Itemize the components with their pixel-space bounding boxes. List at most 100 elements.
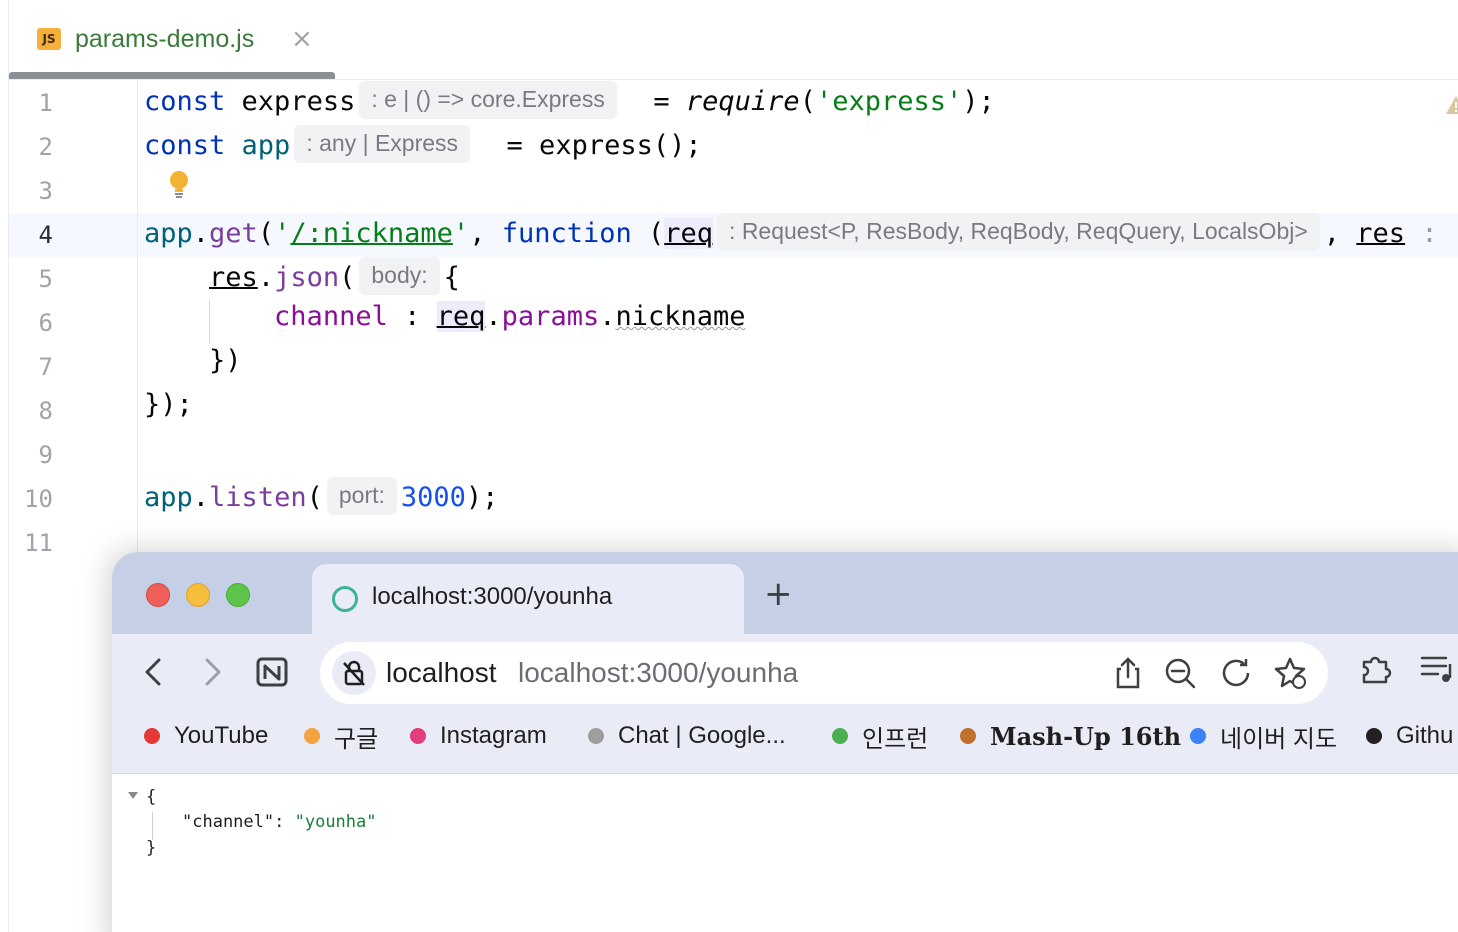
identifier-app: app [144, 482, 193, 513]
tab-filename: params-demo.js [75, 25, 255, 53]
bookmark-chat-google[interactable]: Chat | Google... [588, 716, 786, 756]
address-bar[interactable]: localhost localhost:3000/younha [320, 642, 1328, 704]
javascript-file-icon: JS [37, 28, 61, 50]
type-hint-cut: : [1421, 218, 1438, 249]
bookmark-label: Githu [1396, 722, 1454, 749]
browser-toolbar: localhost localhost:3000/younha YouTube … [112, 634, 1458, 774]
warning-icon[interactable] [1445, 94, 1458, 116]
type-hint: : Request<P, ResBody, ReqBody, ReqQuery,… [717, 213, 1320, 251]
bookmark-star-icon[interactable] [1272, 655, 1308, 691]
property-params: params [501, 301, 600, 332]
bookmark-github[interactable]: Githu [1366, 716, 1453, 756]
code-line-4[interactable]: app.get('/:nickname', function (req: Req… [144, 213, 1438, 257]
editor-tab-bar: JS params-demo.js × [9, 0, 1458, 80]
dot: . [257, 262, 275, 293]
method-listen: listen [209, 482, 307, 513]
object-key: channel [274, 301, 388, 332]
minimize-window-button[interactable] [186, 583, 210, 607]
line-number: 9 [38, 441, 53, 469]
dot: . [599, 301, 616, 332]
browser-tab-strip: localhost:3000/younha + [112, 552, 1458, 634]
close-tab-icon[interactable]: × [291, 22, 313, 56]
bookmark-instagram[interactable]: Instagram [410, 716, 547, 756]
browser-tab-localhost[interactable]: localhost:3000/younha [312, 564, 744, 634]
editor-tab-params-demo[interactable]: JS params-demo.js × [9, 0, 335, 80]
assign-op: = [653, 86, 686, 117]
bookmark-favicon [960, 728, 976, 744]
keyword-const: const [144, 130, 226, 161]
paren-open: ( [257, 218, 275, 249]
code-line-2[interactable]: const app: any | Express = express(); [144, 125, 702, 169]
address-url: localhost:3000/younha [518, 657, 799, 688]
new-tab-button[interactable]: + [764, 574, 793, 614]
keyword-function: function [501, 218, 632, 249]
dot: . [485, 301, 502, 332]
notion-extension-icon[interactable] [250, 650, 294, 694]
share-icon[interactable] [1110, 655, 1146, 691]
loading-icon [332, 586, 358, 612]
line-number: 8 [38, 397, 53, 425]
paren-close: ); [465, 482, 499, 513]
bookmark-inflearn[interactable]: 인프런 [832, 716, 928, 756]
browser-window: localhost:3000/younha + localhost localh… [112, 552, 1458, 932]
bookmark-label: Instagram [440, 722, 547, 749]
code-line-7[interactable]: }) [144, 345, 242, 389]
bookmark-mashup[interactable]: Mash-Up 16th [960, 716, 1181, 756]
paren-close: ); [962, 86, 995, 117]
bookmark-youtube[interactable]: YouTube [144, 716, 268, 756]
json-colon: : [274, 812, 295, 832]
route-path: /:nickname [290, 218, 453, 249]
brace-open: { [443, 262, 460, 293]
param-res: res [1356, 218, 1406, 249]
lightbulb-icon[interactable] [167, 170, 191, 200]
line-number: 10 [24, 485, 53, 513]
address-host: localhost [386, 657, 497, 688]
code-line-5[interactable]: res.json(body:{ [144, 257, 460, 301]
bookmark-naver-map[interactable]: 네이버 지도 [1190, 716, 1337, 756]
code-line-6[interactable]: channel : req.params.nickname [144, 301, 746, 345]
active-tab-indicator [9, 72, 335, 79]
property-nickname: nickname [615, 301, 746, 332]
line-number: 2 [38, 133, 53, 161]
extensions-puzzle-icon[interactable] [1356, 648, 1396, 688]
line-number: 5 [38, 265, 53, 293]
zoom-out-icon[interactable] [1162, 655, 1198, 691]
paren-open: ( [631, 218, 665, 249]
json-value: "younha" [294, 812, 377, 832]
bookmark-label: Mash-Up 16th [990, 721, 1182, 751]
line-number-active: 4 [38, 221, 53, 249]
string-literal: 'express' [815, 86, 963, 117]
comma: , [1323, 218, 1357, 249]
json-open-brace: { [146, 787, 157, 807]
back-arrow-icon[interactable] [132, 650, 176, 694]
code-line-8[interactable]: }); [144, 389, 193, 433]
method-json: json [274, 262, 340, 293]
paren-open: ( [306, 482, 323, 513]
collapse-toggle-icon[interactable] [128, 792, 138, 799]
type-hint: : e | () => core.Express [359, 81, 617, 119]
reload-icon[interactable] [1218, 655, 1254, 691]
bookmark-favicon [1366, 728, 1382, 744]
quote: ' [274, 218, 291, 249]
site-info-button[interactable] [332, 651, 376, 695]
json-entry: "channel": "younha" [182, 809, 377, 835]
code-line-1[interactable]: const express: e | () => core.Express = … [144, 81, 995, 125]
bookmarks-bar: YouTube 구글 Instagram Chat | Google... 인프… [112, 716, 1458, 772]
code-line-10[interactable]: app.listen(port: 3000); [144, 477, 498, 521]
line-number: 1 [38, 89, 53, 117]
maximize-window-button[interactable] [226, 583, 250, 607]
reading-list-icon[interactable] [1416, 648, 1456, 688]
forward-arrow-icon[interactable] [190, 650, 234, 694]
bookmark-google[interactable]: 구글 [304, 716, 378, 756]
dot: . [192, 218, 210, 249]
identifier-res: res [209, 262, 258, 293]
bookmark-label: YouTube [174, 722, 269, 749]
line-number: 6 [38, 309, 53, 337]
bookmark-label: 구글 [334, 725, 379, 753]
not-secure-lock-icon [343, 660, 365, 686]
bookmark-favicon [410, 728, 426, 744]
require-call: require [685, 86, 800, 117]
identifier-app: app [241, 130, 291, 161]
line-number: 11 [24, 529, 53, 557]
close-window-button[interactable] [146, 583, 170, 607]
